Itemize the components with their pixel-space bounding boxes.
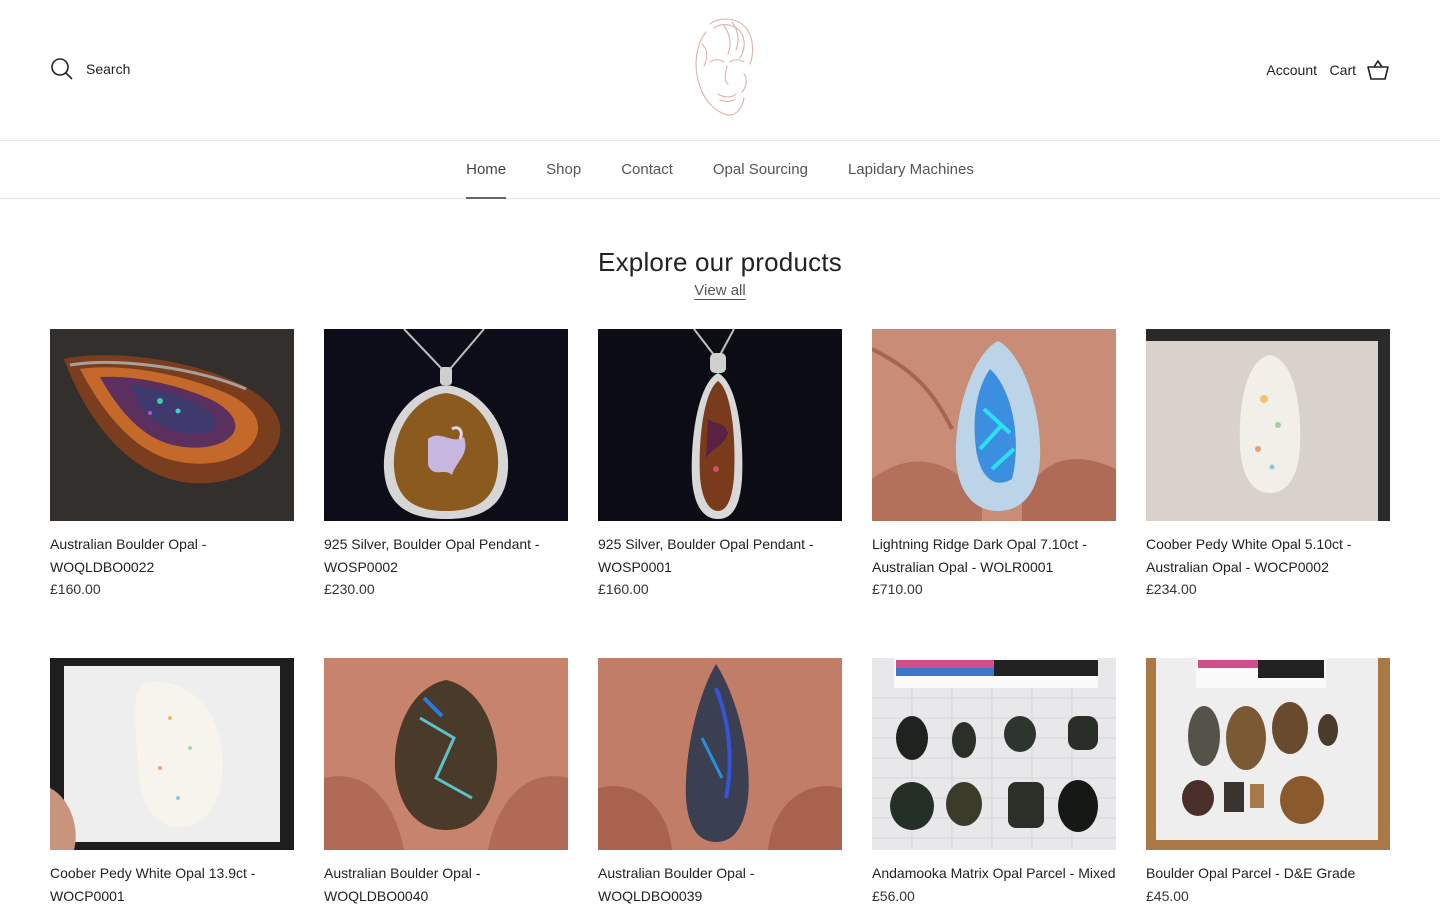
product-title[interactable]: Boulder Opal Parcel - D&E Grade	[1146, 862, 1390, 885]
product-image[interactable]	[324, 329, 568, 521]
product-image[interactable]	[598, 329, 842, 521]
product-image[interactable]	[50, 658, 294, 850]
section-title: Explore our products	[598, 247, 842, 277]
product-grid: Australian Boulder Opal - WOQLDBO0022 £1…	[50, 329, 1390, 907]
basket-icon	[1367, 60, 1389, 80]
product-title[interactable]: Andamooka Matrix Opal Parcel - Mixed	[872, 862, 1116, 885]
nav-item-home[interactable]: Home	[466, 141, 507, 199]
product-card[interactable]: 925 Silver, Boulder Opal Pendant - WOSP0…	[598, 329, 842, 613]
product-image[interactable]	[324, 658, 568, 850]
product-price: £710.00	[872, 581, 923, 597]
nav-item-opal-sourcing[interactable]: Opal Sourcing	[713, 141, 808, 198]
main-nav: Home Shop Contact Opal Sourcing Lapidary…	[0, 141, 1440, 199]
product-image[interactable]	[872, 658, 1116, 850]
nav-item-contact[interactable]: Contact	[621, 141, 673, 198]
product-title[interactable]: Australian Boulder Opal - WOQLDBO0040	[324, 862, 568, 907]
nav-item-lapidary-machines[interactable]: Lapidary Machines	[848, 141, 974, 198]
product-card[interactable]: Coober Pedy White Opal 13.9ct - WOCP0001	[50, 658, 294, 907]
product-title[interactable]: Australian Boulder Opal - WOQLDBO0022	[50, 533, 294, 578]
product-image[interactable]	[872, 329, 1116, 521]
product-image[interactable]	[1146, 329, 1390, 521]
nav-item-shop[interactable]: Shop	[546, 141, 581, 198]
product-title[interactable]: Coober Pedy White Opal 13.9ct - WOCP0001	[50, 862, 294, 907]
product-image[interactable]	[50, 329, 294, 521]
product-price: £160.00	[598, 581, 649, 597]
product-price: £56.00	[872, 887, 915, 904]
product-price: £45.00	[1146, 887, 1189, 904]
product-card[interactable]: Australian Boulder Opal - WOQLDBO0022 £1…	[50, 329, 294, 613]
product-price: £160.00	[50, 581, 101, 597]
search-icon	[51, 58, 73, 80]
site-header: Search Account Cart	[0, 0, 1440, 141]
product-card[interactable]: Australian Boulder Opal - WOQLDBO0040	[324, 658, 568, 907]
product-card[interactable]: Boulder Opal Parcel - D&E Grade £45.00	[1146, 658, 1390, 907]
search-button[interactable]: Search	[50, 57, 130, 81]
product-title[interactable]: 925 Silver, Boulder Opal Pendant - WOSP0…	[324, 533, 568, 578]
product-card[interactable]: Australian Boulder Opal - WOQLDBO0039	[598, 658, 842, 907]
product-image[interactable]	[1146, 658, 1390, 850]
product-price: £234.00	[1146, 581, 1197, 597]
account-link[interactable]: Account	[1266, 62, 1317, 78]
view-all-link[interactable]: View all	[694, 282, 745, 299]
product-card[interactable]: Coober Pedy White Opal 5.10ct - Australi…	[1146, 329, 1390, 613]
product-card[interactable]: Andamooka Matrix Opal Parcel - Mixed £56…	[872, 658, 1116, 907]
product-title[interactable]: Lightning Ridge Dark Opal 7.10ct - Austr…	[872, 533, 1116, 578]
product-card[interactable]: 925 Silver, Boulder Opal Pendant - WOSP0…	[324, 329, 568, 613]
product-image[interactable]	[598, 658, 842, 850]
product-card[interactable]: Lightning Ridge Dark Opal 7.10ct - Austr…	[872, 329, 1116, 613]
product-title[interactable]: 925 Silver, Boulder Opal Pendant - WOSP0…	[598, 533, 842, 578]
search-label: Search	[86, 61, 131, 77]
site-logo[interactable]	[680, 14, 764, 122]
face-line-art-logo	[695, 18, 754, 116]
product-title[interactable]: Coober Pedy White Opal 5.10ct - Australi…	[1146, 533, 1390, 578]
cart-label: Cart	[1329, 62, 1356, 78]
cart-link[interactable]: Cart	[1330, 58, 1390, 82]
product-title[interactable]: Australian Boulder Opal - WOQLDBO0039	[598, 862, 842, 907]
product-price: £230.00	[324, 581, 375, 597]
